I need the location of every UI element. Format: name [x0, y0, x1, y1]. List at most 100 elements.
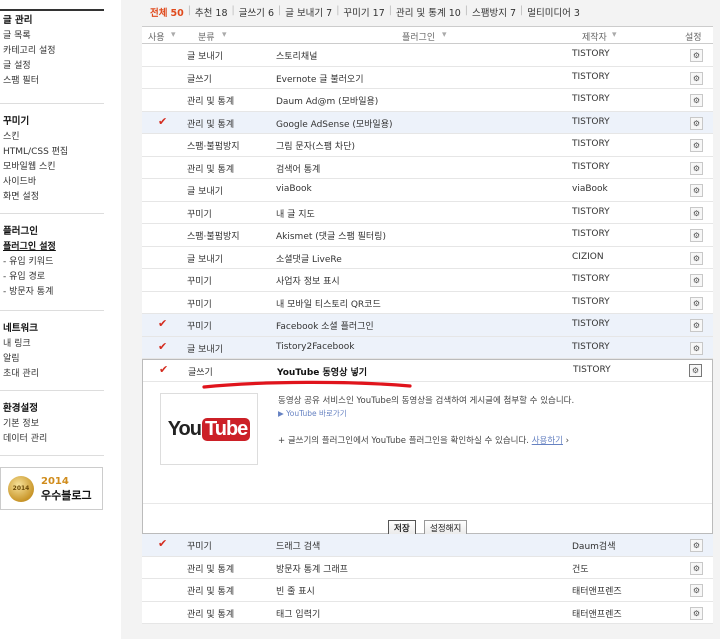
plugin-name: 빈 줄 표시 — [276, 587, 315, 597]
sidebar-item[interactable]: HTML/CSS 편집 — [3, 145, 68, 160]
check-icon[interactable]: ✔ — [158, 537, 167, 550]
gear-icon[interactable]: ⚙ — [690, 49, 703, 62]
table-row[interactable]: 글쓰기 Evernote 글 불러오기 TISTORY ⚙ — [142, 66, 713, 89]
check-icon[interactable]: ✔ — [158, 340, 167, 353]
table-row[interactable]: ✔ 꾸미기 Facebook 소셜 플러그인 TISTORY ⚙ — [142, 314, 713, 337]
gear-icon[interactable]: ⚙ — [690, 296, 703, 310]
check-icon[interactable]: ✔ — [158, 115, 167, 128]
gear-icon[interactable]: ⚙ — [690, 161, 703, 175]
youtube-logo-tube: Tube — [202, 417, 251, 441]
gear-icon[interactable]: ⚙ — [690, 71, 703, 85]
sidebar-section: 글 관리 글 목록 카테고리 설정 글 설정 스팸 필터 — [3, 12, 56, 89]
sidebar-item[interactable]: 모바일웹 스킨 — [3, 160, 68, 175]
gear-icon[interactable]: ⚙ — [690, 206, 703, 220]
filter-tab[interactable]: 스팸방지 7 — [472, 5, 516, 19]
plugin-name: Google AdSense (모바일용) — [276, 119, 393, 130]
table-row[interactable]: 스팸·불펌방지 Akismet (댓글 스팸 필터링) TISTORY ⚙ — [142, 224, 713, 247]
table-header: 사용 ▾ 분류 ▾ 플러그인 ▾ 제작자 ▾ 설정 — [142, 26, 713, 44]
table-row[interactable]: 관리 및 통계 Daum Ad@m (모바일용) TISTORY ⚙ — [142, 89, 713, 112]
sidebar-item[interactable]: - 방문자 통계 — [3, 285, 56, 300]
plugin-author: TISTORY — [572, 274, 610, 284]
sidebar-item[interactable]: - 유입 키워드 — [3, 255, 56, 270]
filter-tab-label: 추천 — [194, 8, 213, 19]
header-plugin[interactable]: 플러그인 — [402, 30, 435, 43]
sidebar-divider — [0, 103, 104, 104]
sidebar-section: 플러그인 플러그인 설정 - 유입 키워드 - 유입 경로 - 방문자 통계 — [3, 223, 56, 300]
sidebar-item[interactable]: 내 링크 — [3, 337, 39, 352]
plugin-name: 내 모바일 티스토리 QR코드 — [276, 299, 381, 310]
table-row[interactable]: 글 보내기 소셜댓글 LiveRe CIZION ⚙ — [142, 246, 713, 269]
sidebar-item[interactable]: 알림 — [3, 352, 39, 367]
gear-icon[interactable]: ⚙ — [690, 539, 703, 552]
sidebar-item[interactable]: 글 목록 — [3, 29, 56, 44]
plugin-category: 관리 및 통계 — [187, 97, 235, 107]
filter-tab[interactable]: 관리 및 통계 10 — [396, 5, 461, 19]
filter-tab-count: 17 — [372, 8, 385, 19]
filter-tab[interactable]: 멀티미디어 3 — [527, 5, 580, 19]
check-icon[interactable]: ✔ — [159, 363, 168, 376]
gear-icon[interactable]: ⚙ — [689, 364, 702, 377]
gear-icon[interactable]: ⚙ — [690, 274, 703, 287]
gear-icon[interactable]: ⚙ — [690, 251, 703, 265]
header-use[interactable]: 사용 — [148, 30, 165, 43]
plugin-name: Evernote 글 불러오기 — [276, 74, 364, 85]
sidebar-item[interactable]: 사이드바 — [3, 175, 68, 190]
table-row[interactable]: 관리 및 통계 빈 줄 표시 태터앤프렌즈 ⚙ — [142, 579, 713, 602]
youtube-logo: You Tube — [160, 393, 258, 465]
filter-tab[interactable]: 꾸미기 17 — [343, 5, 384, 19]
award-badge[interactable]: 2014 2014 우수블로그 — [0, 467, 103, 510]
sidebar-item[interactable]: 데이터 관리 — [3, 432, 47, 447]
plugin-category: 관리 및 통계 — [187, 164, 235, 175]
table-row[interactable]: 글 보내기 스토리채널 TISTORY ⚙ — [142, 44, 713, 67]
gear-icon[interactable]: ⚙ — [690, 116, 703, 130]
sidebar-item[interactable]: 글 설정 — [3, 59, 56, 74]
table-row[interactable]: 꾸미기 사업자 정보 표시 TISTORY ⚙ — [142, 269, 713, 292]
header-category[interactable]: 분류 — [198, 30, 215, 43]
sidebar-item[interactable]: 초대 관리 — [3, 367, 39, 382]
filter-tab-label: 스팸방지 — [472, 8, 507, 19]
gear-icon[interactable]: ⚙ — [690, 341, 703, 355]
gear-icon[interactable]: ⚙ — [690, 584, 703, 597]
gear-icon[interactable]: ⚙ — [690, 94, 703, 107]
gear-icon[interactable]: ⚙ — [690, 139, 703, 152]
filter-tab[interactable]: 전체 50 — [150, 5, 184, 19]
use-link[interactable]: 사용하기 — [532, 436, 563, 446]
sidebar-item[interactable]: 화면 설정 — [3, 190, 68, 205]
plugin-table: 사용 ▾ 분류 ▾ 플러그인 ▾ 제작자 ▾ 설정 글 보내기 스토리채널 TIST… — [142, 26, 713, 624]
filter-tab[interactable]: 글 보내기 7 — [285, 5, 332, 19]
table-row[interactable]: 스팸·불펌방지 그림 문자(스팸 차단) TISTORY ⚙ — [142, 134, 713, 157]
gear-icon[interactable]: ⚙ — [690, 319, 703, 332]
table-row[interactable]: ✔ 글 보내기 Tistory2Facebook TISTORY ⚙ — [142, 336, 713, 359]
plugin-author: TISTORY — [572, 296, 610, 307]
table-row[interactable]: 꾸미기 내 모바일 티스토리 QR코드 TISTORY ⚙ — [142, 291, 713, 314]
plugin-author: TISTORY — [572, 49, 610, 59]
youtube-link[interactable]: ▶ YouTube 바로가기 — [278, 408, 347, 419]
sidebar-section-title: 네트워크 — [3, 323, 38, 334]
table-row[interactable]: 관리 및 통계 방문자 통계 그래프 건도 ⚙ — [142, 556, 713, 579]
gear-icon[interactable]: ⚙ — [690, 229, 703, 242]
table-row[interactable]: ✔ 꾸미기 드래그 검색 Daum검색 ⚙ — [142, 534, 713, 557]
sidebar-item[interactable]: 카테고리 설정 — [3, 44, 56, 59]
plugin-author: TISTORY — [572, 94, 610, 104]
table-row[interactable]: 글 보내기 viaBook viaBook ⚙ — [142, 179, 713, 202]
gear-icon[interactable]: ⚙ — [690, 561, 703, 575]
check-icon[interactable]: ✔ — [158, 317, 167, 330]
filter-tab[interactable]: 추천 18 — [195, 5, 228, 19]
table-row[interactable]: 관리 및 통계 태그 입력기 태터앤프렌즈 ⚙ — [142, 601, 713, 624]
sidebar-item[interactable]: 스킨 — [3, 130, 68, 145]
sidebar-item[interactable]: 기본 정보 — [3, 417, 47, 432]
gear-icon[interactable]: ⚙ — [690, 606, 703, 620]
filter-tab-label: 꾸미기 — [343, 8, 370, 19]
filter-separator: | — [231, 5, 235, 16]
gear-icon[interactable]: ⚙ — [690, 184, 703, 197]
header-author[interactable]: 제작자 — [582, 30, 607, 43]
table-row[interactable]: 관리 및 통계 검색어 통계 TISTORY ⚙ — [142, 156, 713, 179]
plugin-category: 관리 및 통계 — [187, 609, 235, 620]
sidebar-item[interactable]: 스팸 필터 — [3, 74, 56, 89]
sidebar-item[interactable]: - 유입 경로 — [3, 270, 56, 285]
table-row[interactable]: ✔ 관리 및 통계 Google AdSense (모바일용) TISTORY ⚙ — [142, 111, 713, 134]
sidebar-item[interactable]: 플러그인 설정 — [3, 240, 56, 255]
filter-tab-count: 6 — [267, 8, 274, 19]
table-row[interactable]: 꾸미기 내 글 지도 TISTORY ⚙ — [142, 201, 713, 224]
filter-tab[interactable]: 글쓰기 6 — [239, 5, 274, 19]
